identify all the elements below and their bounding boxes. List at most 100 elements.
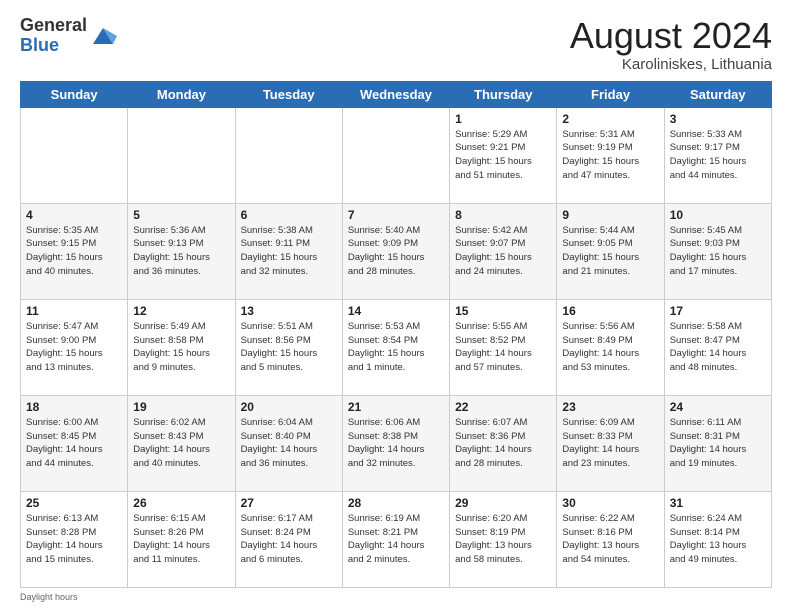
day-info: Sunrise: 5:47 AM Sunset: 9:00 PM Dayligh… (26, 320, 122, 375)
calendar-cell: 4Sunrise: 5:35 AM Sunset: 9:15 PM Daylig… (21, 203, 128, 299)
day-number: 23 (562, 400, 658, 414)
day-info: Sunrise: 5:29 AM Sunset: 9:21 PM Dayligh… (455, 128, 551, 183)
day-number: 5 (133, 208, 229, 222)
calendar-cell: 2 Sunrise: 5:31 AM Sunset: 9:19 PM Daylig… (557, 107, 664, 203)
day-number: 7 (348, 208, 444, 222)
calendar-cell: 5 Sunrise: 5:36 AM Sunset: 9:13 PM Daylig… (128, 203, 235, 299)
day-info: Sunrise: 6:06 AM Sunset: 8:38 PM Dayligh… (348, 416, 444, 471)
day-info: Sunrise: 6:11 AM Sunset: 8:31 PM Dayligh… (670, 416, 766, 471)
day-info: Sunrise: 5:58 AM Sunset: 8:47 PM Dayligh… (670, 320, 766, 375)
day-info: Sunrise: 6:22 AM Sunset: 8:16 PM Dayligh… (562, 512, 658, 567)
day-number: 27 (241, 496, 337, 510)
calendar-cell: 28Sunrise: 6:19 AM Sunset: 8:21 PM Dayli… (342, 491, 449, 587)
day-number: 13 (241, 304, 337, 318)
day-info: Sunrise: 5:44 AM Sunset: 9:05 PM Dayligh… (562, 224, 658, 279)
day-number: 12 (133, 304, 229, 318)
day-info: Sunrise: 5:55 AM Sunset: 8:52 PM Dayligh… (455, 320, 551, 375)
calendar-cell: 14 Sunrise: 5:53 AM Sunset: 8:54 PM Dayli… (342, 299, 449, 395)
day-header-thursday: Thursday (450, 81, 557, 107)
day-info: Sunrise: 5:38 AM Sunset: 9:11 PM Dayligh… (241, 224, 337, 279)
calendar-cell: 21 Sunrise: 6:06 AM Sunset: 8:38 PM Dayli… (342, 395, 449, 491)
day-info: Sunrise: 5:42 AM Sunset: 9:07 PM Dayligh… (455, 224, 551, 279)
calendar-cell: 8Sunrise: 5:42 AM Sunset: 9:07 PM Daylig… (450, 203, 557, 299)
day-number: 15 (455, 304, 551, 318)
day-info: Sunrise: 6:19 AM Sunset: 8:21 PM Dayligh… (348, 512, 444, 567)
calendar-cell: 26Sunrise: 6:15 AM Sunset: 8:26 PM Dayli… (128, 491, 235, 587)
calendar-cell: 27Sunrise: 6:17 AM Sunset: 8:24 PM Dayli… (235, 491, 342, 587)
week-row-4: 18 Sunrise: 6:00 AM Sunset: 8:45 PM Dayli… (21, 395, 772, 491)
calendar-cell: 7Sunrise: 5:40 AM Sunset: 9:09 PM Daylig… (342, 203, 449, 299)
logo-general: General (20, 15, 87, 35)
day-info: Sunrise: 6:02 AM Sunset: 8:43 PM Dayligh… (133, 416, 229, 471)
month-year: August 2024 (570, 16, 772, 56)
calendar-cell (128, 107, 235, 203)
logo-blue: Blue (20, 35, 59, 55)
calendar-cell: 23 Sunrise: 6:09 AM Sunset: 8:33 PM Dayli… (557, 395, 664, 491)
day-number: 21 (348, 400, 444, 414)
calendar-cell: 18 Sunrise: 6:00 AM Sunset: 8:45 PM Dayli… (21, 395, 128, 491)
day-info: Sunrise: 6:15 AM Sunset: 8:26 PM Dayligh… (133, 512, 229, 567)
day-info: Sunrise: 6:20 AM Sunset: 8:19 PM Dayligh… (455, 512, 551, 567)
calendar-cell: 29 Sunrise: 6:20 AM Sunset: 8:19 PM Dayli… (450, 491, 557, 587)
day-number: 9 (562, 208, 658, 222)
logo-icon (89, 22, 117, 50)
calendar-cell: 19 Sunrise: 6:02 AM Sunset: 8:43 PM Dayli… (128, 395, 235, 491)
calendar-cell (235, 107, 342, 203)
day-info: Sunrise: 6:04 AM Sunset: 8:40 PM Dayligh… (241, 416, 337, 471)
day-number: 10 (670, 208, 766, 222)
header: General Blue August 2024 Karoliniskes, L… (20, 16, 772, 73)
location: Karoliniskes, Lithuania (570, 56, 772, 73)
day-number: 31 (670, 496, 766, 510)
day-number: 22 (455, 400, 551, 414)
calendar-cell: 3 Sunrise: 5:33 AM Sunset: 9:17 PM Daylig… (664, 107, 771, 203)
logo: General Blue (20, 16, 117, 56)
calendar-cell: 17Sunrise: 5:58 AM Sunset: 8:47 PM Dayli… (664, 299, 771, 395)
calendar-cell: 9 Sunrise: 5:44 AM Sunset: 9:05 PM Daylig… (557, 203, 664, 299)
day-info: Sunrise: 5:53 AM Sunset: 8:54 PM Dayligh… (348, 320, 444, 375)
day-header-tuesday: Tuesday (235, 81, 342, 107)
day-header-sunday: Sunday (21, 81, 128, 107)
day-number: 29 (455, 496, 551, 510)
day-number: 3 (670, 112, 766, 126)
day-number: 30 (562, 496, 658, 510)
day-number: 1 (455, 112, 551, 126)
calendar-cell (342, 107, 449, 203)
day-number: 11 (26, 304, 122, 318)
day-info: Sunrise: 6:09 AM Sunset: 8:33 PM Dayligh… (562, 416, 658, 471)
day-info: Sunrise: 6:24 AM Sunset: 8:14 PM Dayligh… (670, 512, 766, 567)
day-info: Sunrise: 5:33 AM Sunset: 9:17 PM Dayligh… (670, 128, 766, 183)
calendar-cell: 25 Sunrise: 6:13 AM Sunset: 8:28 PM Dayli… (21, 491, 128, 587)
day-number: 24 (670, 400, 766, 414)
day-info: Sunrise: 5:51 AM Sunset: 8:56 PM Dayligh… (241, 320, 337, 375)
day-header-monday: Monday (128, 81, 235, 107)
day-info: Sunrise: 5:49 AM Sunset: 8:58 PM Dayligh… (133, 320, 229, 375)
day-info: Sunrise: 5:56 AM Sunset: 8:49 PM Dayligh… (562, 320, 658, 375)
title-area: August 2024 Karoliniskes, Lithuania (570, 16, 772, 73)
footer-note: Daylight hours (20, 592, 772, 602)
calendar-cell (21, 107, 128, 203)
calendar-table: SundayMondayTuesdayWednesdayThursdayFrid… (20, 81, 772, 588)
day-info: Sunrise: 6:00 AM Sunset: 8:45 PM Dayligh… (26, 416, 122, 471)
day-header-saturday: Saturday (664, 81, 771, 107)
day-info: Sunrise: 5:31 AM Sunset: 9:19 PM Dayligh… (562, 128, 658, 183)
day-number: 18 (26, 400, 122, 414)
day-info: Sunrise: 6:13 AM Sunset: 8:28 PM Dayligh… (26, 512, 122, 567)
day-number: 16 (562, 304, 658, 318)
day-number: 14 (348, 304, 444, 318)
calendar-cell: 10 Sunrise: 5:45 AM Sunset: 9:03 PM Dayli… (664, 203, 771, 299)
day-header-friday: Friday (557, 81, 664, 107)
calendar-cell: 24 Sunrise: 6:11 AM Sunset: 8:31 PM Dayli… (664, 395, 771, 491)
day-info: Sunrise: 6:07 AM Sunset: 8:36 PM Dayligh… (455, 416, 551, 471)
day-number: 25 (26, 496, 122, 510)
day-number: 19 (133, 400, 229, 414)
calendar-cell: 11 Sunrise: 5:47 AM Sunset: 9:00 PM Dayli… (21, 299, 128, 395)
calendar-cell: 16 Sunrise: 5:56 AM Sunset: 8:49 PM Dayli… (557, 299, 664, 395)
calendar-cell: 20Sunrise: 6:04 AM Sunset: 8:40 PM Dayli… (235, 395, 342, 491)
day-number: 2 (562, 112, 658, 126)
week-row-5: 25 Sunrise: 6:13 AM Sunset: 8:28 PM Dayli… (21, 491, 772, 587)
week-row-3: 11 Sunrise: 5:47 AM Sunset: 9:00 PM Dayli… (21, 299, 772, 395)
day-info: Sunrise: 5:36 AM Sunset: 9:13 PM Dayligh… (133, 224, 229, 279)
day-info: Sunrise: 5:35 AM Sunset: 9:15 PM Dayligh… (26, 224, 122, 279)
day-info: Sunrise: 5:45 AM Sunset: 9:03 PM Dayligh… (670, 224, 766, 279)
day-header-wednesday: Wednesday (342, 81, 449, 107)
